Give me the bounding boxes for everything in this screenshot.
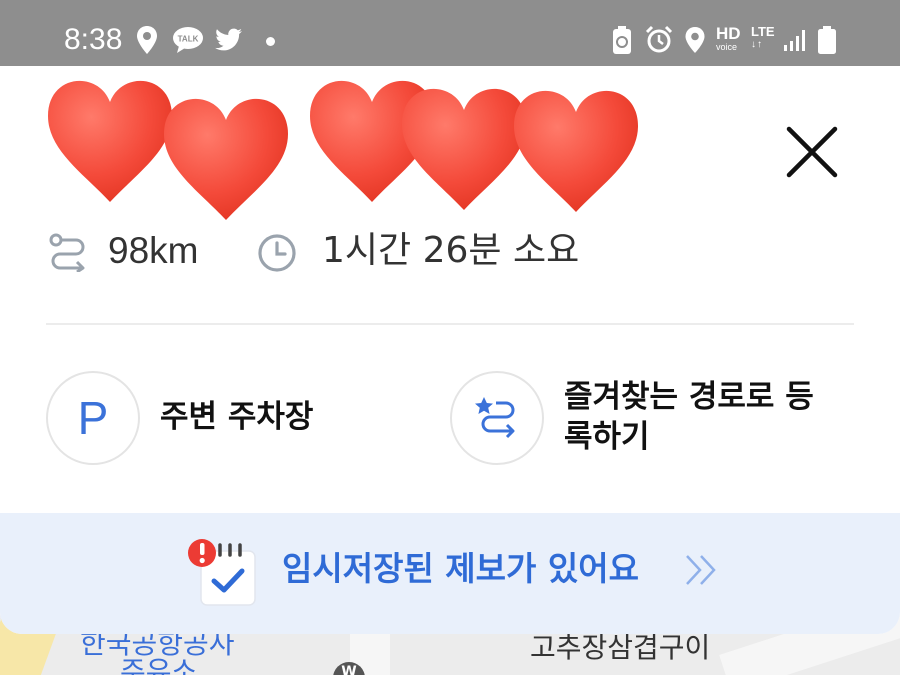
location-pin-icon [134, 22, 160, 58]
notification-dot [266, 37, 275, 46]
status-bar: 8:38 TALK HD voice LTE ↓↑ [0, 0, 900, 66]
heart-icon [514, 90, 638, 212]
battery-icon [816, 22, 838, 58]
signal-icon [782, 22, 810, 58]
clock-icon [258, 234, 296, 272]
saved-report-notice[interactable]: 임시저장된 제보가 있어요 [0, 513, 900, 634]
close-icon [786, 126, 838, 178]
close-button[interactable] [782, 122, 842, 182]
map-label[interactable]: 주유소 [120, 650, 197, 675]
heart-icon [164, 98, 288, 220]
route-summary: 98km 1시간 26분 소요 [48, 226, 748, 276]
divider [46, 323, 854, 325]
twitter-icon [214, 22, 244, 58]
alarm-icon [643, 22, 675, 58]
heart-icon [48, 80, 172, 202]
heart-redaction-stickers [48, 80, 638, 220]
heart-icon [402, 88, 526, 210]
double-chevron-right-icon [686, 555, 716, 585]
parking-icon: P [46, 371, 140, 465]
route-distance: 98km [108, 230, 199, 271]
saved-report-notice-text: 임시저장된 제보가 있어요 [282, 549, 639, 588]
battery-saver-icon [610, 22, 634, 58]
nearby-parking-button[interactable]: P 주변 주차장 [46, 371, 406, 467]
route-icon [49, 233, 85, 272]
favorite-route-icon-wrap [450, 371, 544, 465]
svg-text:TALK: TALK [178, 35, 199, 44]
add-favorite-route-label: 즐겨찾는 경로로 등록하기 [564, 379, 814, 455]
route-info-sheet: 98km 1시간 26분 소요 P 주변 주차장 즐겨찾는 경로로 등록하기 임… [0, 66, 900, 634]
add-favorite-route-button[interactable]: 즐겨찾는 경로로 등록하기 [450, 371, 850, 467]
status-time: 8:38 [64, 23, 123, 56]
lte-icon: LTE ↓↑ [751, 24, 775, 51]
calendar-check-alert-icon [188, 539, 256, 606]
route-duration: 1시간 26분 소요 [322, 230, 580, 271]
hd-voice-icon: HD voice [716, 24, 741, 52]
kakaotalk-icon: TALK [172, 22, 204, 58]
favorite-route-icon [475, 397, 515, 439]
nearby-parking-label: 주변 주차장 [160, 399, 314, 435]
location-icon [683, 22, 707, 58]
